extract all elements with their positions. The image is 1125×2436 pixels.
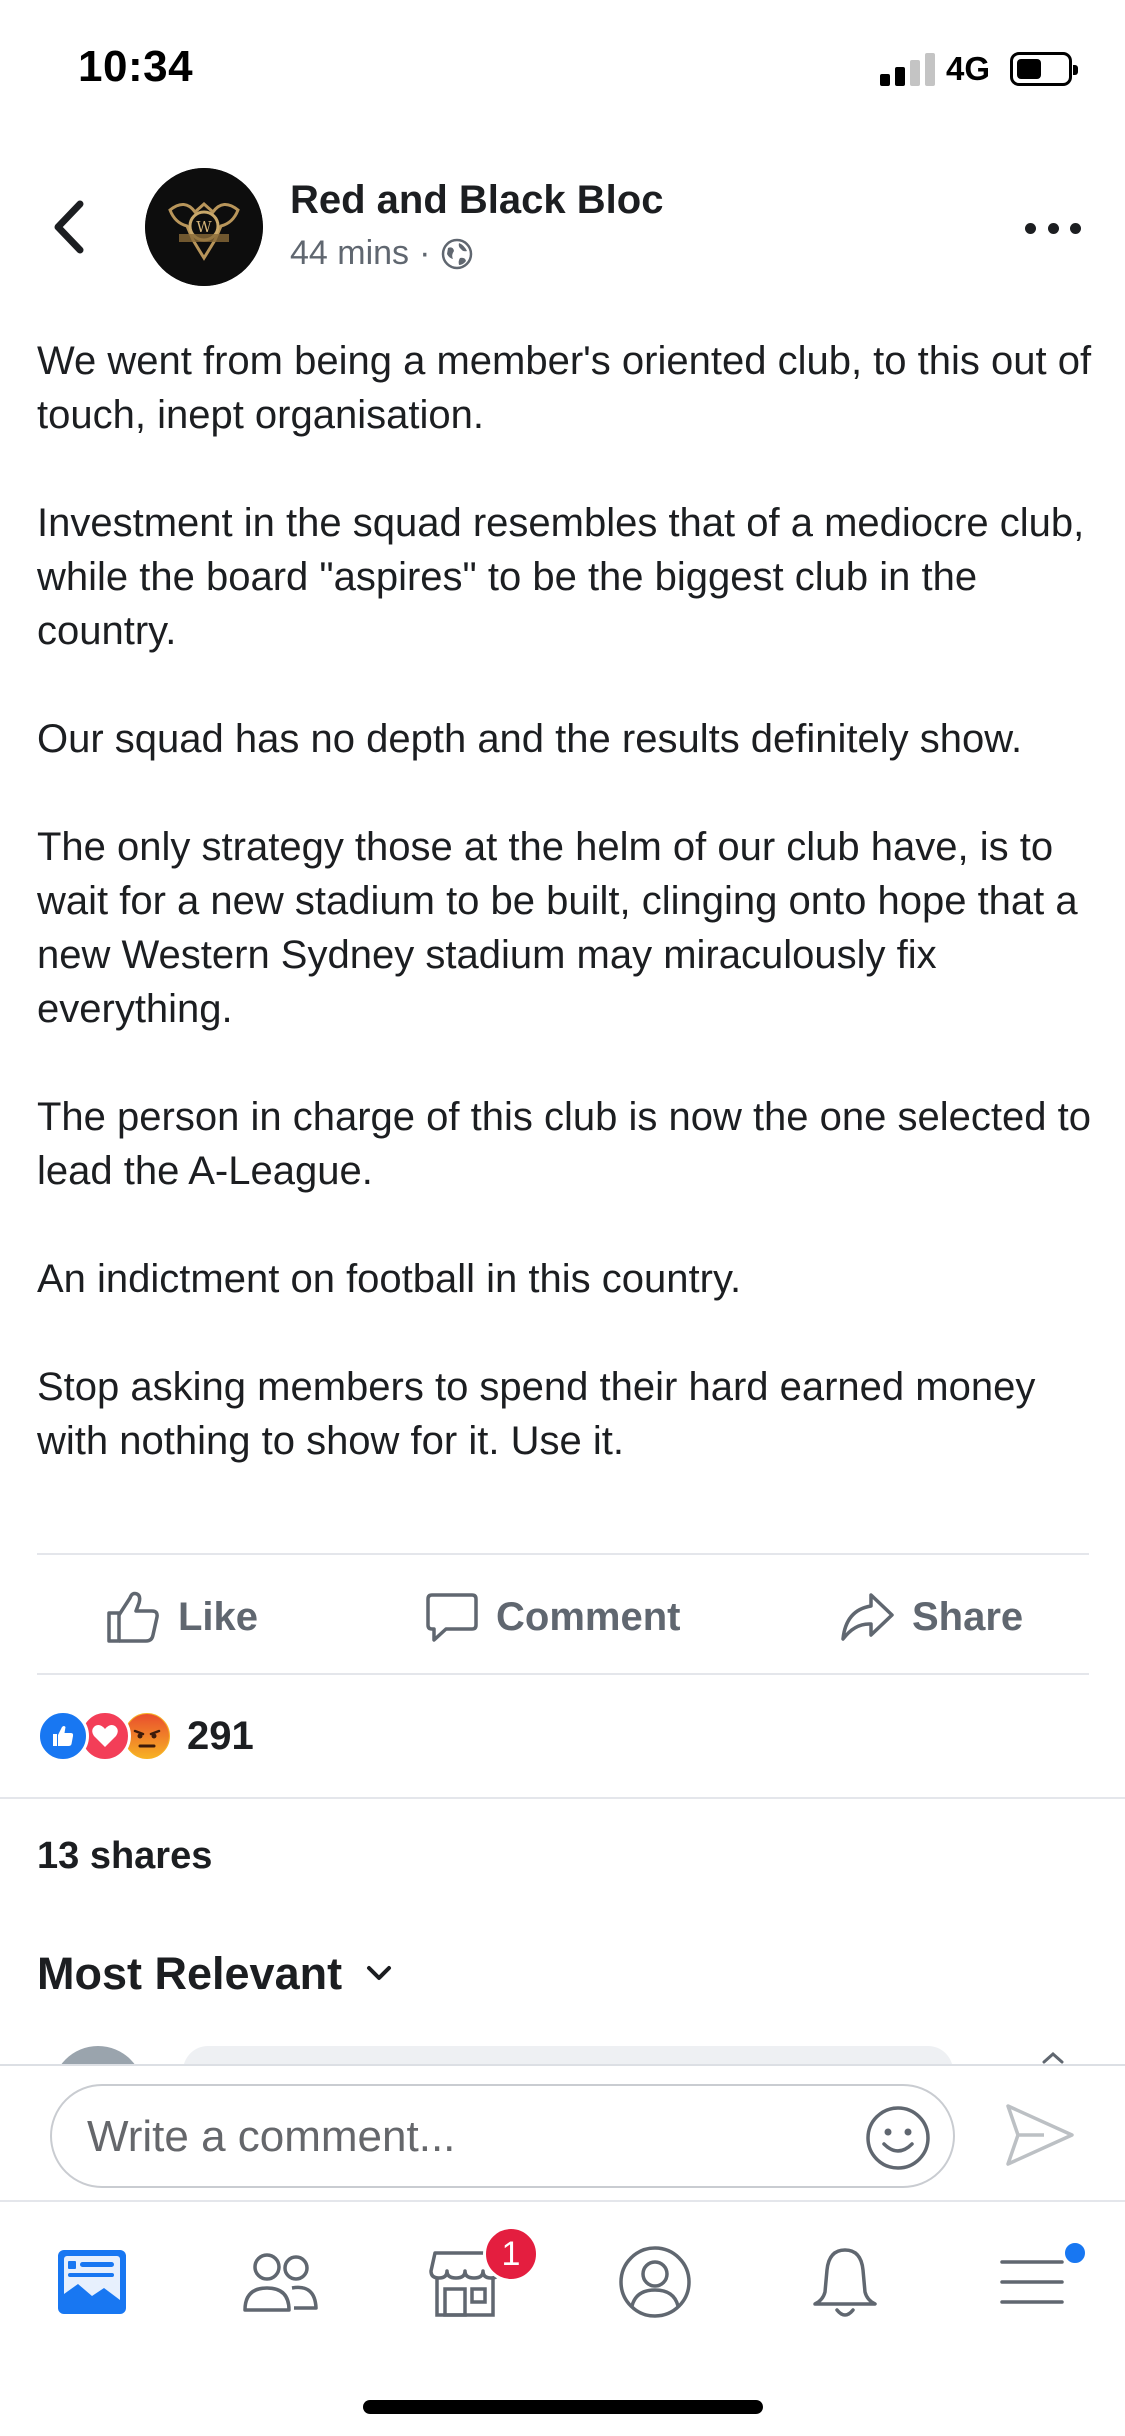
like-label: Like xyxy=(178,1594,259,1639)
chevron-left-icon xyxy=(54,200,84,254)
svg-text:W: W xyxy=(196,218,212,236)
page-avatar[interactable]: W xyxy=(145,168,263,286)
network-label: 4G xyxy=(946,50,991,87)
send-button[interactable] xyxy=(1004,2100,1076,2170)
chevron-down-icon xyxy=(367,1966,392,1980)
post-paragraph: We went from being a member's oriented c… xyxy=(37,339,1092,437)
smiley-icon xyxy=(866,2106,930,2170)
divider xyxy=(0,1797,1125,1799)
emoji-button[interactable] xyxy=(864,2104,932,2172)
post-paragraph: The person in charge of this club is now… xyxy=(37,1095,1091,1193)
more-icon xyxy=(1025,222,1036,234)
reaction-count: 291 xyxy=(187,1713,254,1758)
sort-label: Most Relevant xyxy=(37,1948,343,1999)
friends-icon xyxy=(243,2253,318,2312)
club-crest-icon: W xyxy=(145,168,263,286)
send-icon xyxy=(1006,2104,1074,2166)
like-reaction-icon xyxy=(37,1710,89,1762)
post-paragraph: Investment in the squad resembles that o… xyxy=(37,501,1085,653)
more-options-button[interactable] xyxy=(1025,215,1081,241)
back-button[interactable] xyxy=(40,192,100,262)
comment-input[interactable] xyxy=(87,2112,867,2162)
thumbs-up-icon xyxy=(107,1591,159,1643)
nav-news-feed[interactable] xyxy=(42,2232,142,2332)
profile-icon xyxy=(619,2246,691,2318)
post-paragraph: An indictment on football in this countr… xyxy=(37,1257,742,1301)
comment-sort-dropdown[interactable]: Most Relevant xyxy=(37,1948,394,2000)
globe-icon xyxy=(442,238,473,269)
share-button[interactable]: Share xyxy=(838,1582,1023,1652)
news-feed-icon xyxy=(58,2250,126,2314)
post-meta: 44 mins · xyxy=(290,234,474,273)
shares-count[interactable]: 13 shares xyxy=(37,1835,212,1878)
share-icon xyxy=(841,1593,894,1641)
post-paragraph: Our squad has no depth and the results d… xyxy=(37,717,1023,761)
comment-composer xyxy=(0,2064,1125,2200)
post-paragraph: The only strategy those at the helm of o… xyxy=(37,825,1078,1031)
status-time: 10:34 xyxy=(78,42,194,91)
comment-label: Comment xyxy=(496,1594,681,1639)
menu-notification-dot xyxy=(1062,2240,1088,2266)
divider xyxy=(37,1553,1089,1555)
notification-badge: 1 xyxy=(483,2226,539,2282)
signal-icon xyxy=(880,52,936,86)
page-name[interactable]: Red and Black Bloc xyxy=(290,178,663,223)
battery-icon xyxy=(1010,52,1078,86)
status-bar: 10:34 4G xyxy=(0,0,1125,140)
home-indicator[interactable] xyxy=(363,2400,763,2414)
share-label: Share xyxy=(912,1594,1024,1639)
nav-menu[interactable] xyxy=(982,2232,1088,2332)
divider xyxy=(37,1673,1089,1675)
reactions-summary[interactable]: 291 xyxy=(37,1708,254,1764)
nav-notifications[interactable] xyxy=(795,2232,895,2332)
nav-friends[interactable] xyxy=(230,2232,330,2332)
post-text: We went from being a member's oriented c… xyxy=(37,334,1097,1468)
comment-icon xyxy=(426,1593,478,1642)
bell-icon xyxy=(813,2248,877,2317)
nav-profile[interactable] xyxy=(605,2232,705,2332)
nav-marketplace[interactable]: 1 xyxy=(415,2226,539,2332)
post-paragraph: Stop asking members to spend their hard … xyxy=(37,1365,1036,1463)
post-time[interactable]: 44 mins xyxy=(290,234,409,273)
menu-icon xyxy=(1000,2260,1064,2304)
comment-box[interactable] xyxy=(50,2084,955,2188)
comment-button[interactable]: Comment xyxy=(424,1582,680,1652)
meta-separator: · xyxy=(419,234,431,272)
like-button[interactable]: Like xyxy=(104,1582,258,1652)
